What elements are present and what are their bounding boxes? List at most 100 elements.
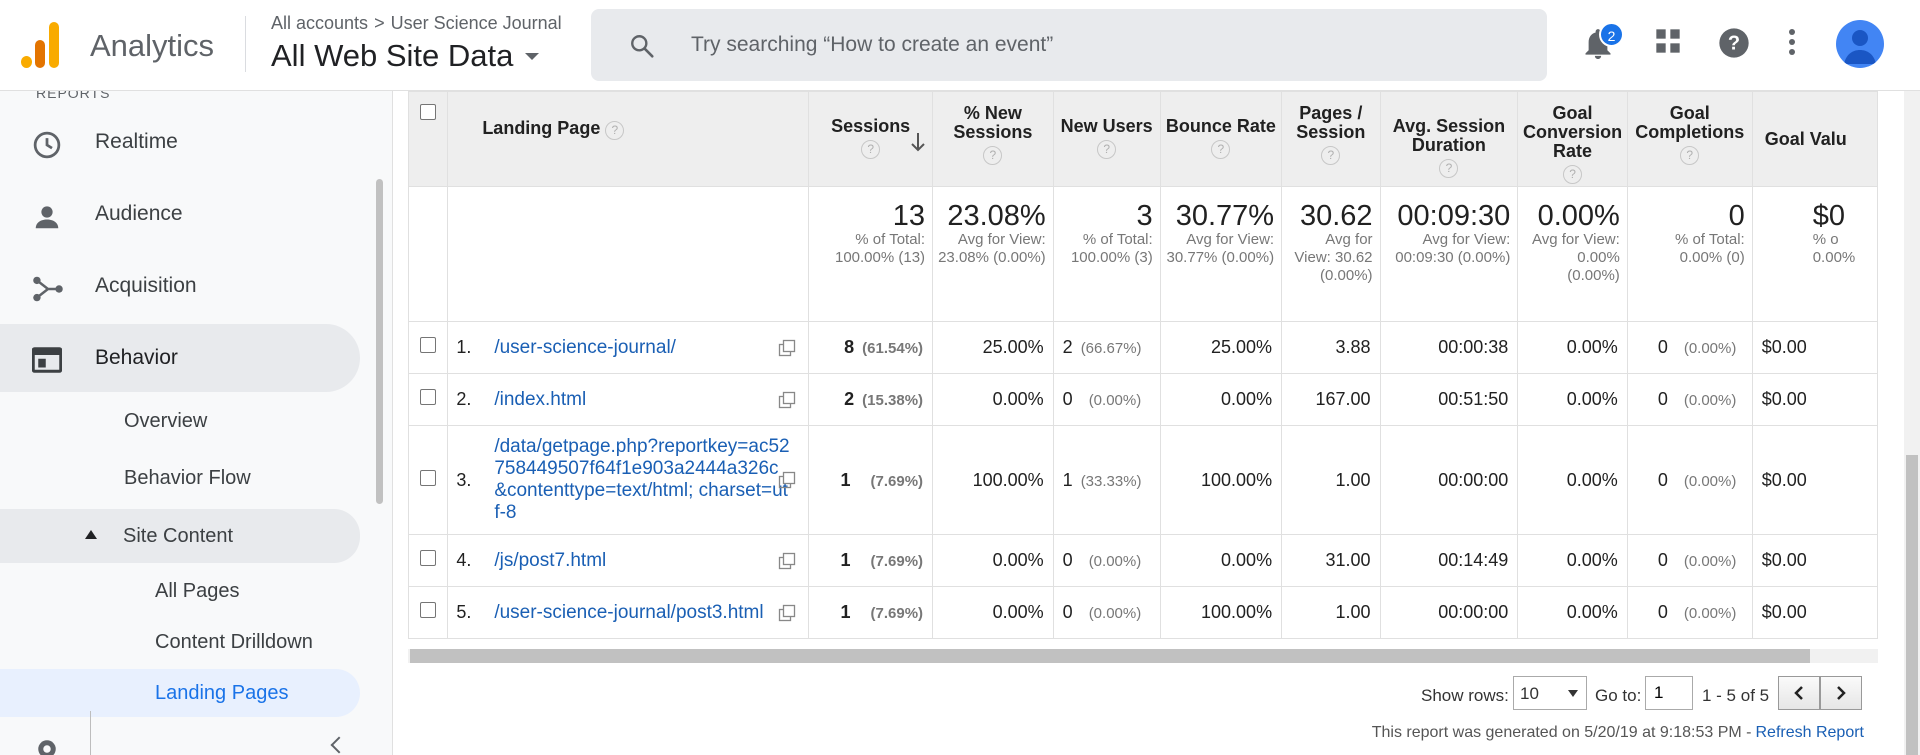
open-external-icon[interactable]: [778, 552, 796, 570]
new-users-cell: 1 (33.33%): [1052, 425, 1161, 535]
table-row[interactable]: 2. /index.html 2 (15.38%) 0.00% 0 (0.00%) 0…: [408, 373, 1878, 426]
collapse-triangle-icon: [85, 530, 97, 539]
show-rows-select[interactable]: 10: [1513, 676, 1587, 710]
landing-page-link[interactable]: /user-science-journal/post3.html: [494, 602, 763, 624]
header-goal-completions[interactable]: Goal Completions?: [1626, 91, 1753, 187]
table-row[interactable]: 5. /user-science-journal/post3.html 1 (7.6…: [408, 586, 1878, 639]
landing-page-cell: 1. /user-science-journal/: [447, 321, 810, 374]
search-icon: [631, 35, 654, 58]
analytics-logo-icon[interactable]: [21, 20, 61, 68]
page-scrollbar-thumb[interactable]: [1906, 455, 1918, 755]
gear-icon[interactable]: [32, 734, 62, 755]
more-vert-icon[interactable]: [1786, 27, 1798, 57]
table-row[interactable]: 3. /data/getpage.php?reportkey=ac52758449…: [408, 425, 1878, 535]
sidebar-item-landing-pages[interactable]: Landing Pages: [0, 669, 360, 717]
next-page-button[interactable]: [1820, 676, 1862, 710]
sidebar-item-realtime[interactable]: Realtime: [0, 108, 360, 176]
open-external-icon[interactable]: [778, 604, 796, 622]
help-circle-icon[interactable]: ?: [983, 146, 1003, 165]
goal-conversion-cell: 0.00%: [1517, 534, 1628, 587]
person-avatar-icon: [1844, 30, 1876, 64]
sidebar-item-content-drilldown[interactable]: Content Drilldown: [155, 618, 313, 666]
landing-page-link[interactable]: /index.html: [494, 389, 586, 411]
table-row[interactable]: 1. /user-science-journal/ 8 (61.54%) 25.00…: [408, 321, 1878, 374]
row-index: 3.: [456, 469, 472, 490]
row-checkbox[interactable]: [420, 469, 437, 486]
landing-page-link[interactable]: /user-science-journal/: [494, 337, 676, 359]
sidebar-item-audience[interactable]: Audience: [0, 180, 360, 248]
sidebar-item-label: Behavior: [95, 346, 178, 369]
view-selector[interactable]: All Web Site Data: [271, 38, 540, 74]
open-external-icon[interactable]: [778, 391, 796, 409]
sidebar-item-behavior-flow[interactable]: Behavior Flow: [124, 454, 251, 502]
sidebar-item-label: Acquisition: [95, 274, 197, 297]
cell-value: 0: [1657, 337, 1668, 357]
landing-page-link[interactable]: /js/post7.html: [494, 550, 606, 572]
sidebar-scrollbar[interactable]: [376, 179, 383, 504]
header-goal-conversion[interactable]: Goal Conversion Rate?: [1517, 91, 1628, 187]
breadcrumb-property[interactable]: User Science Journal: [391, 13, 562, 33]
avatar[interactable]: [1836, 20, 1884, 68]
sort-desc-icon[interactable]: [910, 132, 926, 152]
landing-page-cell: 3. /data/getpage.php?reportkey=ac52758449…: [447, 425, 810, 535]
header-avg-duration[interactable]: Avg. Session Duration?: [1379, 91, 1519, 187]
header-sessions[interactable]: Sessions?: [808, 91, 934, 187]
search-input[interactable]: [691, 26, 1511, 64]
header-landing-page[interactable]: Landing Page ?: [447, 91, 810, 187]
sidebar-item-site-content[interactable]: Site Content: [0, 509, 360, 563]
report-footer: This report was generated on 5/20/19 at …: [408, 724, 1864, 742]
total-new-users: 3% of Total: 100.00% (3): [1052, 186, 1161, 322]
header-goal-value[interactable]: Goal Valu: [1751, 91, 1878, 187]
landing-page-link[interactable]: /data/getpage.php?reportkey=ac5275844950…: [494, 436, 790, 524]
cell-value: 0: [1062, 550, 1073, 570]
header-label: New Users: [1060, 116, 1153, 136]
totals-empty-cell: [408, 186, 449, 322]
help-circle-icon[interactable]: ?: [1680, 146, 1700, 165]
total-value: 30.77%: [1175, 200, 1275, 232]
row-checkbox[interactable]: [420, 337, 437, 353]
select-all-checkbox[interactable]: [420, 104, 437, 120]
help-circle-icon[interactable]: ?: [1211, 140, 1231, 159]
breadcrumb[interactable]: All accounts > User Science Journal: [271, 13, 562, 34]
generated-text: This report was generated on 5/20/19 at …: [1371, 724, 1752, 741]
header-bounce-rate[interactable]: Bounce Rate?: [1159, 91, 1283, 187]
breadcrumb-root[interactable]: All accounts: [271, 13, 368, 33]
open-external-icon[interactable]: [778, 471, 796, 489]
refresh-report-link[interactable]: Refresh Report: [1756, 724, 1865, 741]
behavior-icon: [32, 347, 62, 373]
table-row[interactable]: 4. /js/post7.html 1 (7.69%) 0.00% 0 (0.00%)…: [408, 534, 1878, 587]
chevron-left-icon[interactable]: [330, 736, 348, 754]
open-external-icon[interactable]: [778, 339, 796, 357]
row-checkbox[interactable]: [420, 602, 437, 618]
svg-text:?: ?: [1728, 33, 1740, 55]
goal-conversion-cell: 0.00%: [1517, 373, 1628, 426]
goto-page-input[interactable]: [1645, 676, 1693, 710]
help-icon[interactable]: ?: [1718, 27, 1750, 59]
help-circle-icon[interactable]: ?: [1321, 146, 1341, 165]
sidebar-item-overview[interactable]: Overview: [124, 397, 207, 445]
row-checkbox[interactable]: [420, 550, 437, 566]
help-circle-icon[interactable]: ?: [861, 140, 881, 159]
sidebar-item-all-pages[interactable]: All Pages: [155, 567, 240, 615]
avg-duration-cell: 00:14:49: [1379, 534, 1519, 587]
goal-completions-cell: 0 (0.00%): [1626, 586, 1753, 639]
apps-icon[interactable]: [1654, 27, 1682, 55]
horizontal-scrollbar-thumb[interactable]: [410, 649, 1810, 663]
row-checkbox[interactable]: [420, 389, 437, 405]
row-index: 1.: [456, 337, 472, 358]
sidebar-item-acquisition[interactable]: Acquisition: [0, 252, 360, 320]
help-circle-icon[interactable]: ?: [605, 121, 625, 140]
help-circle-icon[interactable]: ?: [1563, 165, 1583, 184]
cell-percent: (0.00%): [1088, 553, 1142, 570]
help-circle-icon[interactable]: ?: [1439, 159, 1459, 178]
search-bar[interactable]: [591, 9, 1547, 81]
sidebar-item-behavior[interactable]: Behavior: [0, 324, 360, 392]
header-new-users[interactable]: New Users?: [1052, 91, 1161, 187]
header-pages-session[interactable]: Pages / Session?: [1281, 91, 1381, 187]
help-circle-icon[interactable]: ?: [1097, 140, 1117, 159]
total-goal-completions: 0% of Total: 0.00% (0): [1626, 186, 1753, 322]
prev-page-button[interactable]: [1778, 676, 1820, 710]
header-new-sessions[interactable]: % New Sessions?: [932, 91, 1054, 187]
cell-percent: (33.33%): [1080, 472, 1142, 490]
total-subtext: % o 0.00%: [1812, 231, 1856, 266]
